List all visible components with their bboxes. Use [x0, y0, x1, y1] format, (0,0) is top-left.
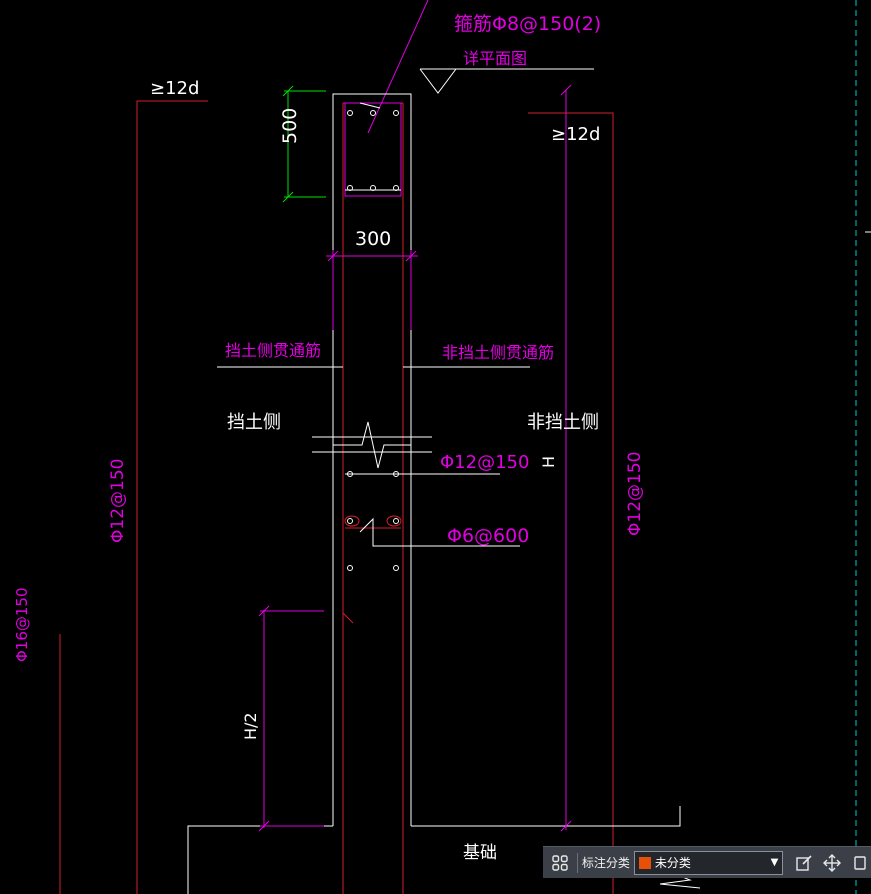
foundation-label: 基础 [463, 843, 497, 863]
right-vert-bar-label: Φ12@150 [625, 452, 645, 536]
chevron-down-icon: ▼ [770, 857, 779, 868]
left-anchor-bar [136, 100, 208, 894]
category-select[interactable]: 未分类 ▼ [633, 850, 784, 875]
cad-drawing-canvas[interactable]: 箍筋Φ8@150(2) 详平面图 ≥12d ≥12d 500 300 挡土侧贯通… [0, 0, 871, 894]
tie-bar-label: Φ6@600 [447, 525, 529, 547]
break-zigzag [333, 421, 411, 469]
left-vert-bar-label: Φ12@150 [108, 459, 128, 543]
soil-side-bar-label: 挡土侧贯通筋 [225, 341, 321, 360]
detail-ref-label: 详平面图 [463, 49, 527, 68]
category-label: 标注分类 [581, 856, 630, 870]
footing-outline-right [411, 806, 681, 827]
bar-hook [342, 612, 354, 624]
stirrup-top [344, 102, 402, 197]
right-anchor-bar [528, 112, 614, 894]
grid-icon[interactable] [549, 852, 571, 874]
dim-500-label: 500 [279, 108, 301, 144]
horiz-bar-label: Φ12@150 [440, 452, 529, 473]
h-label: H [539, 456, 558, 468]
stirrup-note-label: 箍筋Φ8@150(2) [454, 13, 601, 35]
anchor-right-label: ≥12d [551, 124, 600, 145]
far-left-bar-label: Φ16@150 [13, 587, 31, 662]
half-h-label: H/2 [241, 712, 260, 740]
wall-outline [332, 93, 412, 826]
nonsoil-side-bar-label: 非挡土侧贯通筋 [442, 343, 554, 362]
section-marker [419, 68, 457, 94]
nonsoil-side-label: 非挡土侧 [527, 412, 599, 433]
category-selected-value: 未分类 [654, 856, 691, 870]
move-icon[interactable] [821, 852, 843, 874]
stirrup-top-hook [359, 102, 381, 109]
category-swatch [638, 856, 651, 869]
toolbar-divider [576, 852, 578, 873]
copy-icon[interactable] [849, 852, 871, 874]
edit-icon[interactable] [793, 852, 815, 874]
footing-outline-left [187, 825, 333, 894]
dim-300-label: 300 [355, 228, 391, 250]
soil-side-label: 挡土侧 [227, 412, 281, 433]
anchor-left-label: ≥12d [150, 78, 199, 99]
annotation-toolbar: 标注分类 未分类 ▼ [543, 846, 871, 878]
